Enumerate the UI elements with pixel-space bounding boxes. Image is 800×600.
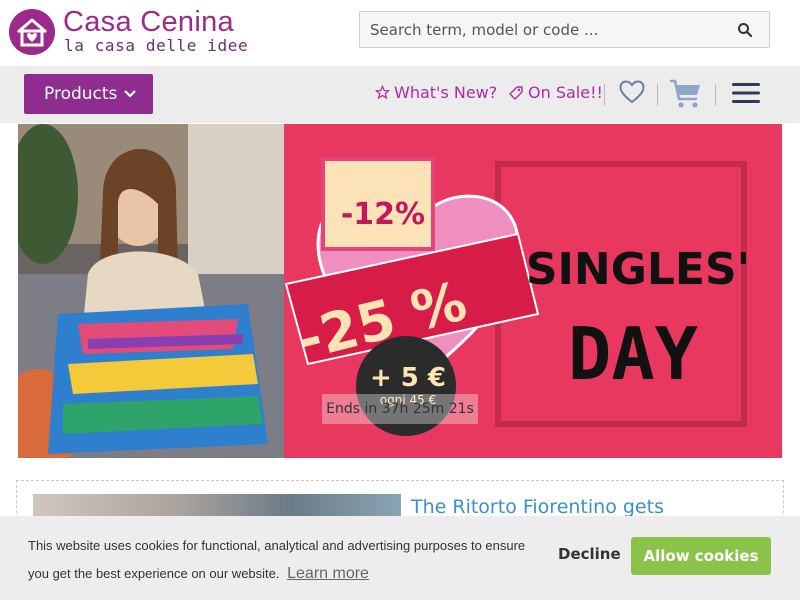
decline-cookies-button[interactable]: Decline	[558, 545, 621, 563]
nav-divider	[604, 84, 605, 106]
cookie-message: This website uses cookies for functional…	[28, 532, 538, 588]
products-button-label: Products	[44, 84, 118, 104]
brand-tagline: la casa delle idee	[64, 36, 249, 55]
whats-new-link[interactable]: What's New?	[375, 83, 497, 102]
heart-icon[interactable]	[619, 80, 645, 104]
sale-countdown: Ends in 37h 25m 21s	[322, 394, 478, 424]
learn-more-link[interactable]: Learn more	[287, 565, 369, 582]
top-header: Casa Cenina la casa delle idee	[0, 0, 800, 66]
allow-cookies-button[interactable]: Allow cookies	[631, 537, 771, 575]
products-menu-button[interactable]: Products	[24, 74, 153, 114]
banner-discount-top: -12%	[341, 197, 425, 232]
cookie-text: This website uses cookies for functional…	[28, 538, 526, 581]
cookie-consent-bar: This website uses cookies for functional…	[0, 516, 800, 600]
on-sale-link[interactable]: On Sale!!	[508, 83, 603, 102]
cart-icon[interactable]	[669, 78, 703, 110]
hamburger-menu-icon[interactable]	[732, 82, 760, 104]
nav-divider	[715, 84, 716, 106]
whats-new-label: What's New?	[394, 83, 498, 102]
star-icon	[375, 85, 390, 100]
nav-divider	[657, 84, 658, 106]
search-icon[interactable]	[737, 22, 753, 38]
house-heart-logo-icon[interactable]	[8, 8, 56, 56]
on-sale-label: On Sale!!	[528, 83, 603, 102]
chevron-down-icon	[124, 90, 137, 98]
banner-headline-word1: SINGLES'	[526, 244, 750, 295]
banner-headline-word2: DAY	[568, 312, 699, 396]
main-navbar: Products What's New? On Sale!!	[0, 66, 800, 123]
search-box	[359, 11, 770, 48]
banner-bonus: + 5 €	[370, 363, 446, 393]
search-input[interactable]	[370, 19, 720, 41]
tag-icon	[509, 85, 523, 100]
promo-banner[interactable]: -12% -25 % + 5 € ogni 45 € SINGLES' DAY …	[18, 124, 782, 458]
brand-name[interactable]: Casa Cenina	[63, 6, 234, 39]
